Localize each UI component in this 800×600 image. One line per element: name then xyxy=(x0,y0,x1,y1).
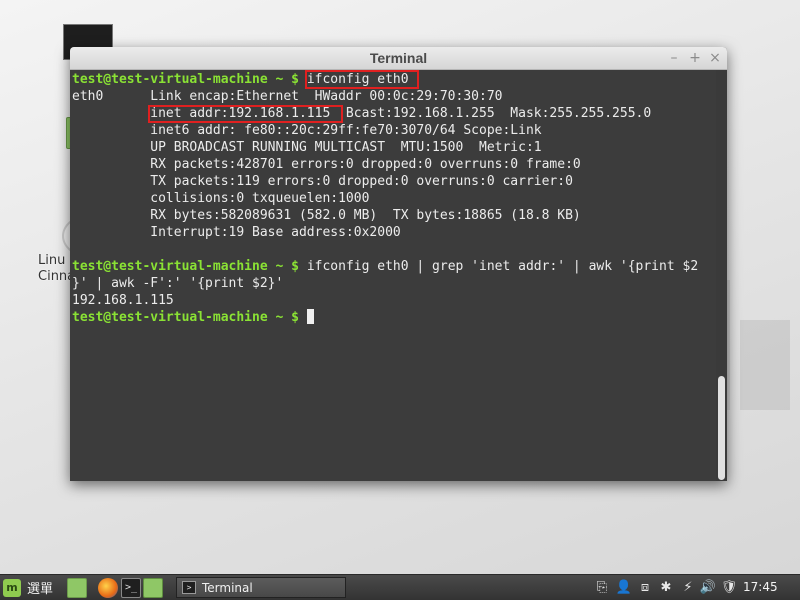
user-icon[interactable]: ⎘ xyxy=(593,579,611,597)
person-icon[interactable]: 👤 xyxy=(615,579,633,597)
minimize-icon[interactable]: – xyxy=(665,49,683,67)
volume-icon[interactable]: 🔊 xyxy=(699,579,717,597)
maximize-icon[interactable]: + xyxy=(686,49,704,67)
terminal-output[interactable]: test@test-virtual-machine ~ $ ifconfig e… xyxy=(70,70,716,481)
text-cursor xyxy=(306,309,314,324)
terminal-launcher-icon[interactable]: >_ xyxy=(121,578,141,598)
terminal-icon: > xyxy=(182,581,196,594)
highlight-box-command xyxy=(305,70,419,89)
ifconfig-output-line: Interrupt:19 Base address:0x2000 xyxy=(72,225,401,240)
ifconfig-output-line: UP BROADCAST RUNNING MULTICAST MTU:1500 … xyxy=(72,140,542,155)
clock[interactable]: 17:45 xyxy=(743,580,778,594)
close-icon[interactable]: × xyxy=(706,49,724,67)
ifconfig-output-line: TX packets:119 errors:0 dropped:0 overru… xyxy=(72,174,573,189)
shell-prompt: test@test-virtual-machine ~ $ xyxy=(72,72,299,87)
desktop-icon-label[interactable]: Linu Cinna xyxy=(38,253,76,285)
menu-button[interactable]: m 選單 xyxy=(3,577,53,598)
shell-prompt: test@test-virtual-machine ~ $ xyxy=(72,259,299,274)
applet-icon[interactable]: ⧈ xyxy=(636,579,654,597)
window-title: Terminal xyxy=(369,50,428,66)
command-pipeline-wrap: }' | awk -F':' '{print $2}' xyxy=(72,276,284,291)
mint-menu-icon: m xyxy=(3,578,21,597)
terminal-window[interactable]: Terminal – + × test@test-virtual-machine… xyxy=(70,47,727,481)
network-icon[interactable]: ⚡ xyxy=(679,579,697,597)
terminal-line: test@test-virtual-machine ~ $ ifconfig e… xyxy=(72,258,698,275)
taskbar-item-label: Terminal xyxy=(202,580,253,595)
files-icon[interactable] xyxy=(143,578,163,598)
ifconfig-output-line: eth0 Link encap:Ethernet HWaddr 00:0c:29… xyxy=(72,89,503,104)
ifconfig-output-line: RX packets:428701 errors:0 dropped:0 ove… xyxy=(72,157,581,172)
update-shield-icon[interactable]: 🛡 xyxy=(720,579,738,597)
window-titlebar[interactable]: Terminal – + × xyxy=(70,47,727,70)
taskbar-item-terminal[interactable]: > Terminal xyxy=(176,577,346,598)
desktop-icon-label-line-1: Linu xyxy=(38,253,66,268)
desktop-icon-label-line-2: Cinna xyxy=(38,269,76,284)
ip-result: 192.168.1.115 xyxy=(72,293,174,308)
ifconfig-output-line: inet6 addr: fe80::20c:29ff:fe70:3070/64 … xyxy=(72,123,542,138)
ifconfig-output-line: RX bytes:582089631 (582.0 MB) TX bytes:1… xyxy=(72,208,581,223)
ifconfig-output-line: collisions:0 txqueuelen:1000 xyxy=(72,191,370,206)
scrollbar[interactable] xyxy=(716,70,727,481)
bottom-panel: m 選單 >_ > Terminal ⎘ 👤 ⧈ ✱ ⚡ 🔊 🛡 17:45 xyxy=(0,574,800,600)
command-pipeline: ifconfig eth0 | grep 'inet addr:' | awk … xyxy=(306,259,699,274)
firefox-icon[interactable] xyxy=(98,578,118,598)
menu-label: 選單 xyxy=(27,582,54,597)
shell-prompt: test@test-virtual-machine ~ $ xyxy=(72,310,299,325)
bluetooth-icon[interactable]: ✱ xyxy=(657,579,675,597)
scrollbar-thumb[interactable] xyxy=(718,376,725,480)
terminal-line: test@test-virtual-machine ~ $ xyxy=(72,309,314,326)
highlight-box-inet-addr xyxy=(148,105,343,123)
show-desktop-icon[interactable] xyxy=(67,578,87,598)
